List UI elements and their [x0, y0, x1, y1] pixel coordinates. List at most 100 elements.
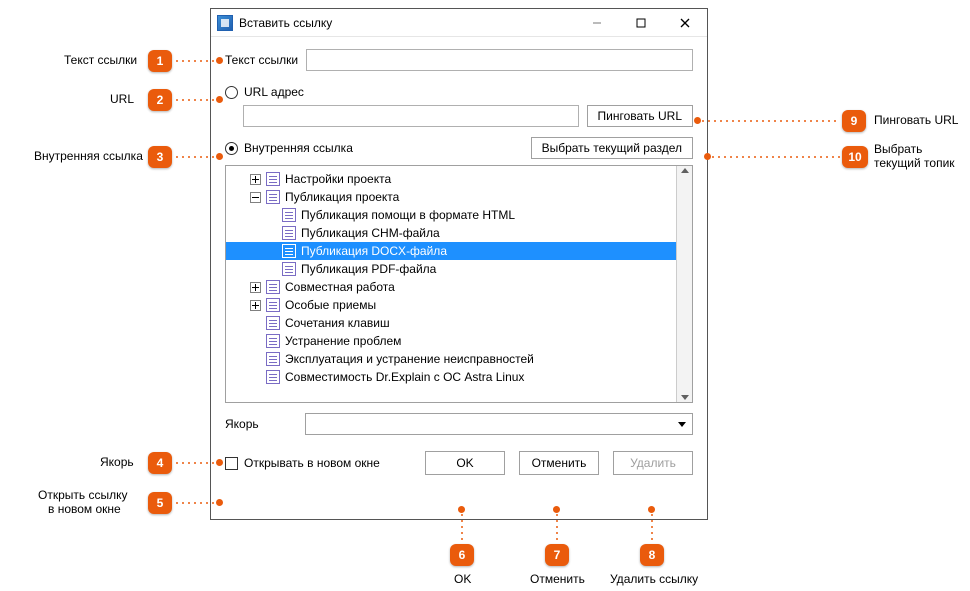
window-title: Вставить ссылку — [239, 16, 332, 30]
callout-10-label-1: Выбрать — [874, 142, 922, 156]
callout-3: 3 — [148, 146, 172, 168]
minimize-button[interactable] — [575, 9, 619, 37]
callout-dot — [458, 506, 465, 513]
callout-line — [710, 156, 840, 158]
callout-line — [174, 156, 216, 158]
callout-dot — [694, 117, 701, 124]
doc-icon — [266, 280, 280, 294]
callout-1: 1 — [148, 50, 172, 72]
callout-dot — [216, 96, 223, 103]
open-new-window-checkbox[interactable] — [225, 457, 238, 470]
callout-dot — [216, 459, 223, 466]
callout-9: 9 — [842, 110, 866, 132]
callout-line — [174, 99, 216, 101]
tree-item[interactable]: Совместная работа — [226, 278, 676, 296]
titlebar: Вставить ссылку — [211, 9, 707, 37]
doc-icon — [266, 352, 280, 366]
callout-line — [461, 512, 463, 542]
url-input[interactable] — [243, 105, 579, 127]
tree-item[interactable]: Публикация проекта — [226, 188, 676, 206]
link-text-input[interactable] — [306, 49, 693, 71]
callout-dot — [553, 506, 560, 513]
scroll-down-icon[interactable] — [681, 395, 689, 400]
callout-5-label-1: Открыть ссылку — [38, 488, 127, 502]
internal-link-radio[interactable] — [225, 142, 238, 155]
link-text-row: Текст ссылки — [225, 49, 693, 71]
anchor-combo[interactable] — [305, 413, 693, 435]
callout-1-label: Текст ссылки — [64, 53, 137, 67]
callout-line — [700, 120, 840, 122]
topic-tree: Настройки проекта Публикация проекта Пуб… — [225, 165, 693, 403]
expand-icon[interactable] — [250, 282, 261, 293]
tree-item[interactable]: Настройки проекта — [226, 170, 676, 188]
callout-line — [556, 512, 558, 542]
callout-3-label: Внутренняя ссылка — [34, 149, 143, 163]
chevron-down-icon — [678, 422, 686, 427]
doc-icon — [266, 172, 280, 186]
anchor-row: Якорь — [225, 413, 693, 435]
callout-line — [174, 60, 216, 62]
callout-7-label: Отменить — [530, 572, 585, 586]
tree-item[interactable]: Публикация помощи в формате HTML — [226, 206, 676, 224]
url-radio[interactable] — [225, 86, 238, 99]
doc-icon — [282, 262, 296, 276]
callout-7: 7 — [545, 544, 569, 566]
tree-item-selected[interactable]: Публикация DOCX-файла — [226, 242, 676, 260]
doc-icon — [266, 316, 280, 330]
expand-icon[interactable] — [250, 300, 261, 311]
callout-10-label-2: текущий топик — [874, 156, 955, 170]
callout-6-label: OK — [454, 572, 471, 586]
tree-item[interactable]: Сочетания клавиш — [226, 314, 676, 332]
doc-icon — [266, 298, 280, 312]
url-radio-row: URL адрес — [225, 85, 693, 99]
callout-5-label-2: в новом окне — [48, 502, 121, 516]
callout-dot — [216, 499, 223, 506]
collapse-icon[interactable] — [250, 192, 261, 203]
callout-6: 6 — [450, 544, 474, 566]
open-new-window-label: Открывать в новом окне — [244, 456, 380, 470]
ping-url-button[interactable]: Пинговать URL — [587, 105, 693, 127]
internal-link-row: Внутренняя ссылка Выбрать текущий раздел — [225, 137, 693, 159]
close-button[interactable] — [663, 9, 707, 37]
doc-icon — [266, 190, 280, 204]
dialog-window: Вставить ссылку Текст ссылки URL адрес П… — [210, 8, 708, 520]
callout-line — [651, 512, 653, 542]
scroll-up-icon[interactable] — [681, 168, 689, 173]
callout-8: 8 — [640, 544, 664, 566]
callout-line — [174, 462, 216, 464]
app-icon — [217, 15, 233, 31]
anchor-label: Якорь — [225, 417, 305, 431]
delete-button[interactable]: Удалить — [613, 451, 693, 475]
callout-8-label: Удалить ссылку — [610, 572, 698, 586]
bottom-row: Открывать в новом окне OK Отменить Удали… — [225, 451, 693, 475]
tree-item[interactable]: Публикация CHM-файла — [226, 224, 676, 242]
doc-icon — [282, 208, 296, 222]
callout-dot — [648, 506, 655, 513]
link-text-label: Текст ссылки — [225, 53, 306, 67]
tree-scrollbar[interactable] — [676, 166, 692, 402]
tree-item[interactable]: Эксплуатация и устранение неисправностей — [226, 350, 676, 368]
maximize-button[interactable] — [619, 9, 663, 37]
tree-item[interactable]: Особые приемы — [226, 296, 676, 314]
callout-9-label: Пинговать URL — [874, 113, 958, 127]
tree-item[interactable]: Совместимость Dr.Explain с ОС Astra Linu… — [226, 368, 676, 386]
callout-dot — [216, 153, 223, 160]
callout-dot — [216, 57, 223, 64]
url-radio-label: URL адрес — [244, 85, 304, 99]
expand-icon[interactable] — [250, 174, 261, 185]
ok-button[interactable]: OK — [425, 451, 505, 475]
doc-icon — [282, 226, 296, 240]
callout-10: 10 — [842, 146, 868, 168]
callout-4-label: Якорь — [100, 455, 134, 469]
tree-item[interactable]: Публикация PDF-файла — [226, 260, 676, 278]
callout-line — [174, 502, 216, 504]
callout-2: 2 — [148, 89, 172, 111]
select-current-topic-button[interactable]: Выбрать текущий раздел — [531, 137, 693, 159]
callout-2-label: URL — [110, 92, 134, 106]
cancel-button[interactable]: Отменить — [519, 451, 599, 475]
doc-icon — [266, 334, 280, 348]
callout-5: 5 — [148, 492, 172, 514]
tree-item[interactable]: Устранение проблем — [226, 332, 676, 350]
internal-link-radio-label: Внутренняя ссылка — [244, 141, 353, 155]
callout-4: 4 — [148, 452, 172, 474]
